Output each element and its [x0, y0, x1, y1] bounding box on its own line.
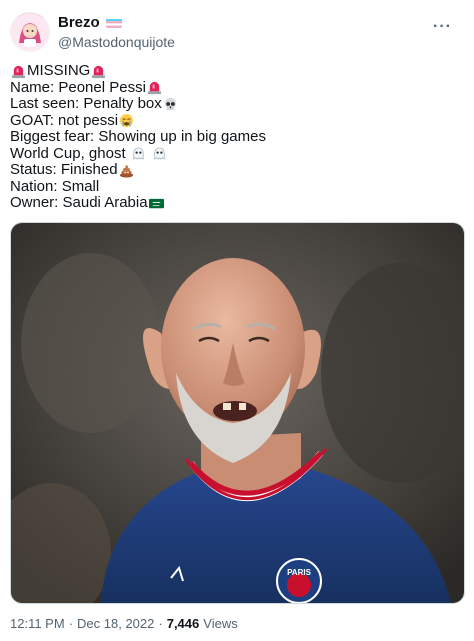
tweet-line-text: Nation: Small	[10, 177, 100, 195]
crying-face-icon	[119, 113, 134, 128]
tweet-line: Nation: Small	[10, 177, 460, 196]
tweet-line: Status: Finished	[10, 161, 460, 179]
tweet-line-text: Owner: Saudi Arabia	[10, 194, 148, 211]
tweet-line: MISSING	[10, 62, 460, 80]
tweet-line: Name: Peonel Pessi	[10, 78, 460, 97]
tweet-line-text: Biggest fear: Showing up in big games	[10, 128, 266, 145]
skull-icon	[163, 97, 178, 112]
police-light-icon	[91, 64, 106, 79]
more-options-icon[interactable]: ···	[433, 18, 452, 36]
tweet-line-text: Last seen: Penalty box	[10, 95, 162, 112]
tweet-line: GOAT: not pessi	[10, 111, 460, 130]
meta-separator: ·	[68, 616, 74, 631]
tweet-line: Biggest fear: Showing up in big games	[10, 128, 460, 146]
tweet-line-text: Status: Finished	[10, 161, 118, 178]
author-handle[interactable]: @Mastodonquijote	[58, 34, 175, 50]
avatar[interactable]	[10, 12, 50, 52]
photo-illustration: PARIS	[11, 223, 464, 603]
ghost-icon	[131, 146, 146, 161]
poop-icon	[119, 163, 134, 178]
tweet-line-text: MISSING	[27, 62, 91, 79]
tweet-line-text: Name: Peonel Pessi	[10, 78, 146, 96]
tweet-text: MISSING Name: Peonel Pessi Last seen: Pe…	[10, 62, 460, 212]
jersey-badge-text: PARIS	[287, 568, 312, 577]
tweet-line: Owner: Saudi Arabia	[10, 194, 460, 212]
saudi-flag-icon	[148, 196, 164, 211]
ghost-icon	[152, 146, 167, 161]
tweet-time[interactable]: 12:11 PM	[10, 616, 65, 631]
police-light-icon	[147, 80, 162, 95]
tweet-line-text: GOAT: not pessi	[10, 111, 119, 129]
views-label: Views	[203, 616, 238, 631]
views-count[interactable]: 7,446	[167, 616, 200, 631]
author-name[interactable]: Brezo	[58, 14, 100, 31]
tweet-photo[interactable]: PARIS	[10, 222, 465, 604]
author-display-name[interactable]: Brezo	[58, 14, 122, 31]
tweet-line-text: World Cup, ghost	[10, 144, 126, 162]
tweet-header: Brezo @Mastodonquijote ···	[8, 10, 466, 54]
meta-separator: ·	[158, 616, 163, 631]
tweet-meta: 12:11 PM · Dec 18, 2022 · 7,446 Views	[10, 616, 238, 631]
tweet-line: Last seen: Penalty box	[10, 95, 460, 113]
tweet-line: World Cup, ghost	[10, 144, 460, 163]
tweet-date[interactable]: Dec 18, 2022	[77, 616, 154, 631]
police-light-icon	[11, 64, 26, 79]
transgender-flag-icon	[105, 17, 122, 28]
